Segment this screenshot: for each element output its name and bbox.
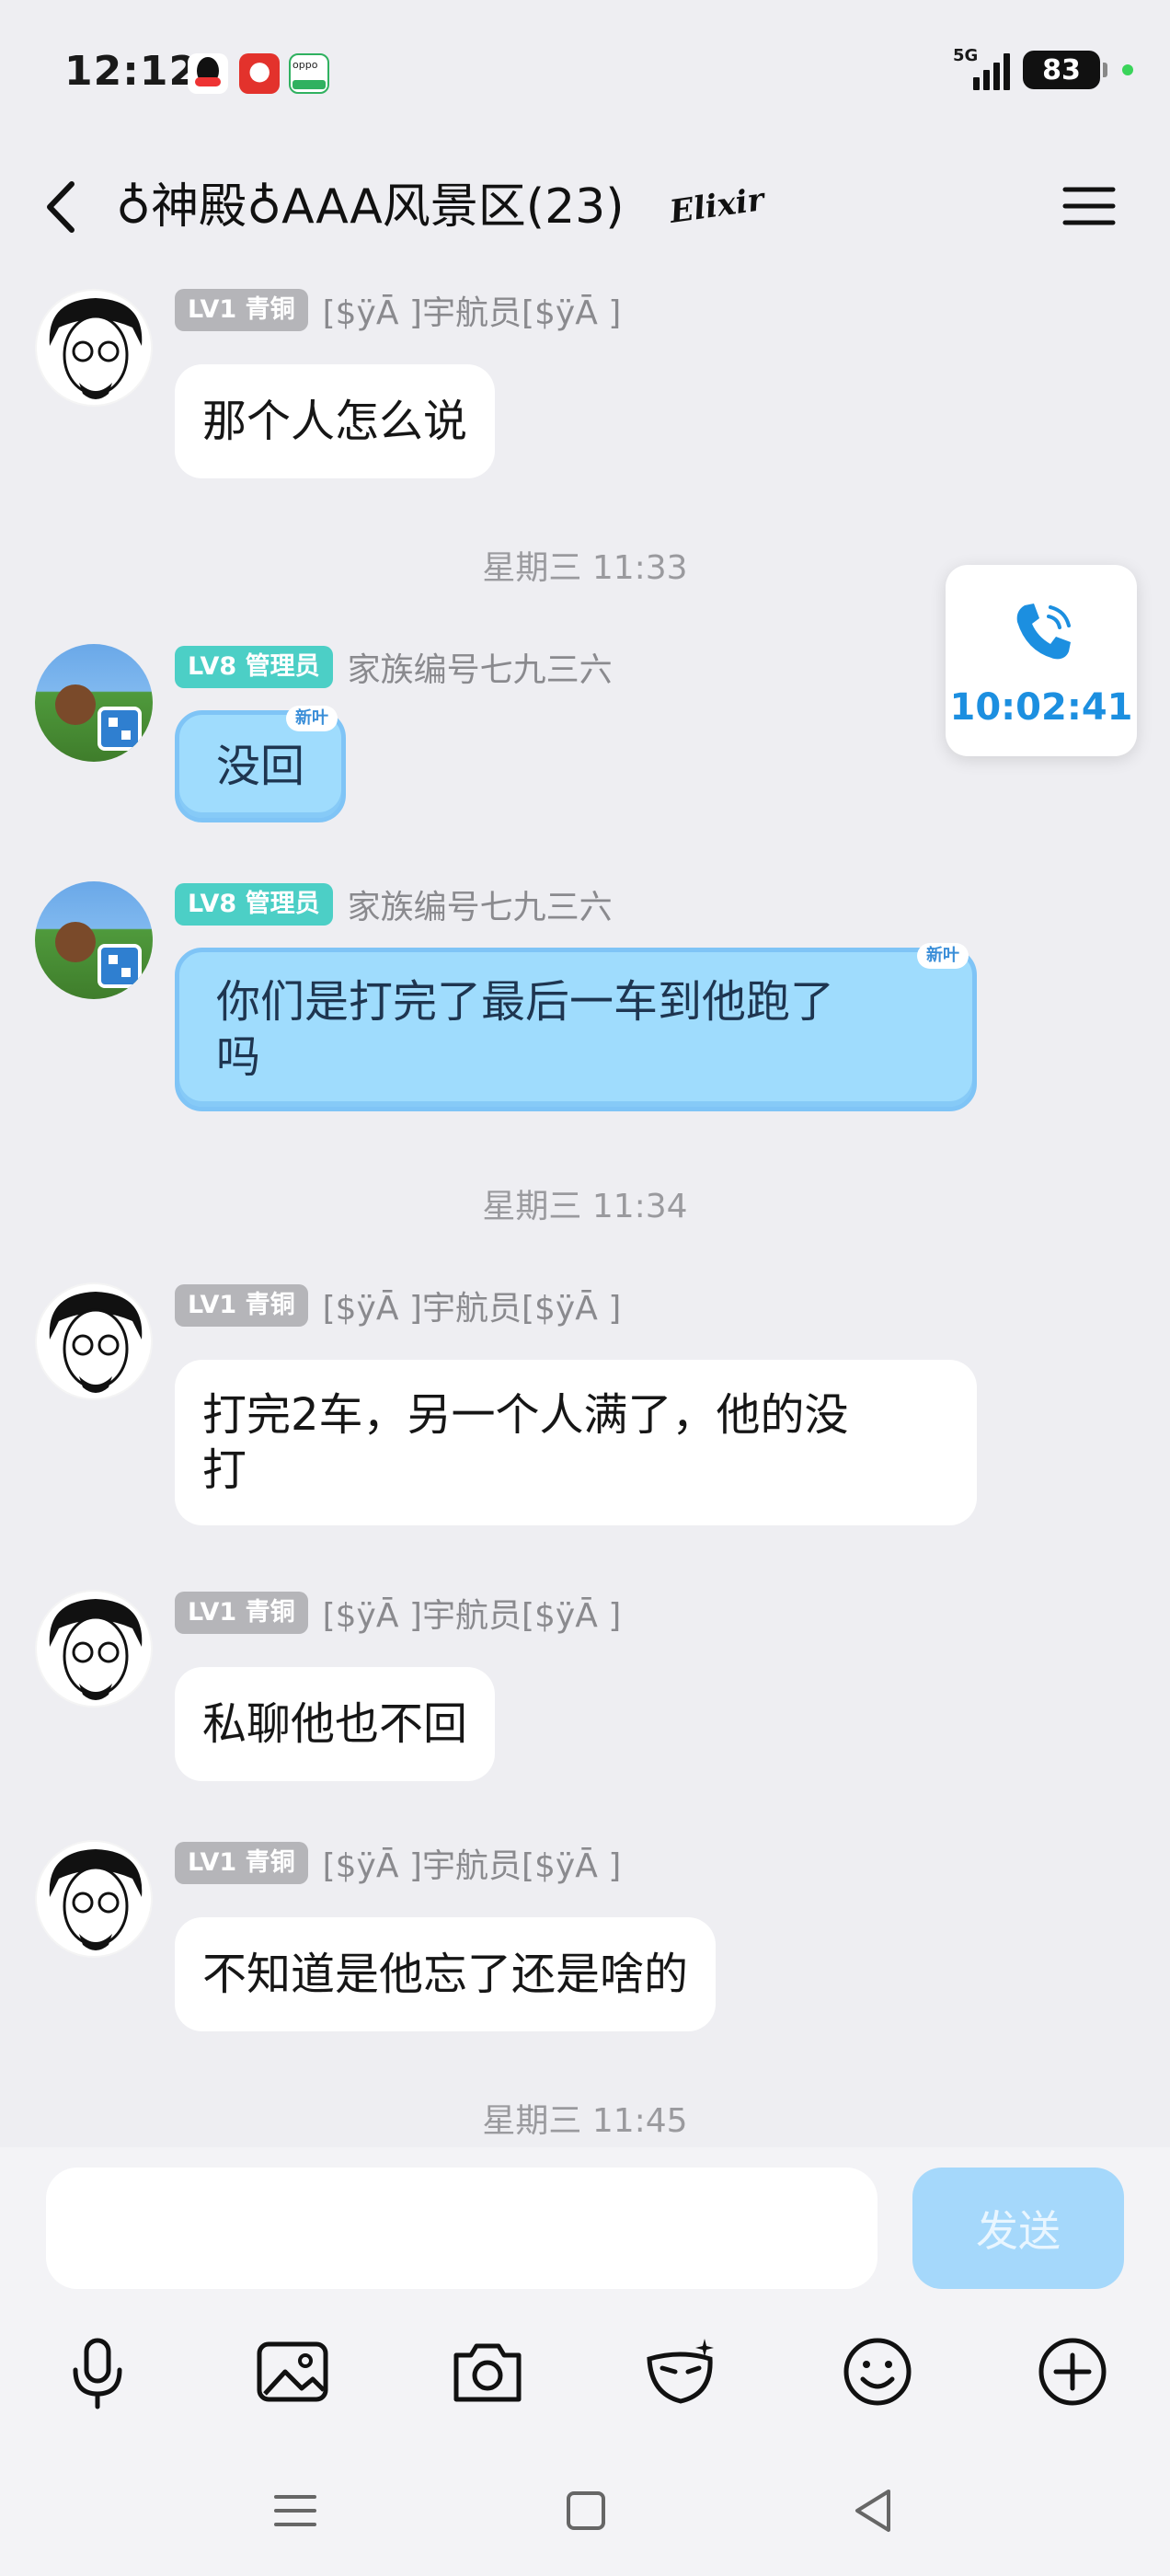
message-item: LV1 青铜 [$ÿĀ ]宇航员[$ÿĀ ] 私聊他也不回 [0,1590,1170,1781]
elixir-badge: Elixir [667,181,767,231]
message-text: 那个人怎么说 [202,396,468,447]
message-text-line: 打完2车，另一个人满了，他的没 [202,1389,849,1441]
message-bubble[interactable]: 没回 新叶 [175,706,347,822]
message-item: LV1 青铜 [$ÿĀ ]宇航员[$ÿĀ ] 那个人怎么说 [0,287,1170,489]
system-nav-bar [0,2447,1170,2576]
message-bubble[interactable]: 你们是打完了最后一车到他跑了 吗 新叶 [175,943,977,1111]
message-text-line: 你们是打完了最后一车到他跑了 [216,976,835,1028]
avatar[interactable] [35,881,153,999]
app-notification-icon [239,53,280,94]
message-bubble[interactable]: 私聊他也不回 [175,1667,496,1781]
ongoing-call-widget[interactable]: 10:02:41 [946,565,1137,756]
emoji-icon[interactable] [833,2328,922,2416]
chat-header: ♁神殿♁AAA风景区(23) Elixir [0,147,1170,267]
message-meta: LV1 青铜 [$ÿĀ ]宇航员[$ÿĀ ] [175,1840,621,1886]
menu-icon[interactable] [1060,178,1118,234]
oppo-notification-icon [289,53,329,94]
image-icon[interactable] [248,2328,337,2416]
battery-level: 83 [1042,53,1081,86]
avatar[interactable] [35,1840,153,1958]
network-type: 5G [953,46,979,65]
mask-icon[interactable] [637,2328,725,2416]
new-leaf-tag: 新叶 [917,943,969,969]
nav-home-icon[interactable] [554,2478,618,2543]
plus-icon[interactable] [1028,2328,1117,2416]
message-meta: LV1 青铜 [$ÿĀ ]宇航员[$ÿĀ ] [175,1590,621,1636]
call-duration: 10:02:41 [949,686,1133,729]
avatar[interactable] [35,1590,153,1708]
signal-icon: 5G [953,46,1010,90]
camera-icon[interactable] [443,2328,532,2416]
phone-icon [1016,604,1071,660]
level-badge: LV1 青铜 [175,1592,308,1634]
status-bar: 12:12 5G 83 [0,0,1170,147]
message-item: LV1 青铜 [$ÿĀ ]宇航员[$ÿĀ ] 打完2车，另一个人满了，他的没 打 [0,1282,1170,1542]
avatar[interactable] [35,289,153,407]
message-text-line: 吗 [216,1031,261,1083]
nav-menu-icon[interactable] [263,2478,327,2543]
message-bubble[interactable]: 那个人怎么说 [175,364,496,478]
qq-notification-icon [188,53,228,94]
sender-name[interactable]: [$ÿĀ ]宇航员[$ÿĀ ] [323,1839,622,1887]
level-badge: LV8 管理员 [175,646,333,688]
time-separator: 星期三 11:45 [482,2102,688,2140]
new-leaf-tag: 新叶 [286,706,338,731]
privacy-dot [1122,64,1133,75]
time-separator: 星期三 11:34 [482,1188,688,1225]
sender-name[interactable]: [$ÿĀ ]宇航员[$ÿĀ ] [323,1282,622,1329]
message-text: 不知道是他忘了还是啥的 [202,1949,689,2000]
sender-name[interactable]: [$ÿĀ ]宇航员[$ÿĀ ] [323,286,622,334]
back-icon[interactable] [37,175,92,239]
sender-name[interactable]: [$ÿĀ ]宇航员[$ÿĀ ] [323,1589,622,1637]
level-badge: LV8 管理员 [175,883,333,926]
microphone-icon[interactable] [53,2328,142,2416]
message-item: LV1 青铜 [$ÿĀ ]宇航员[$ÿĀ ] 不知道是他忘了还是啥的 [0,1840,1170,2042]
status-time: 12:12 [64,48,199,95]
message-meta: LV8 管理员 家族编号七九三六 [175,644,613,690]
battery-icon: 83 [1023,51,1107,89]
input-toolbar [0,2309,1170,2438]
level-badge: LV1 青铜 [175,1284,308,1327]
message-bubble[interactable]: 打完2车，另一个人满了，他的没 打 [175,1360,977,1525]
status-indicators: 5G 83 [953,46,1133,92]
message-meta: LV8 管理员 家族编号七九三六 [175,881,613,927]
message-bubble[interactable]: 不知道是他忘了还是啥的 [175,1917,717,2031]
message-meta: LV1 青铜 [$ÿĀ ]宇航员[$ÿĀ ] [175,287,621,333]
nav-back-icon[interactable] [841,2478,905,2543]
message-meta: LV1 青铜 [$ÿĀ ]宇航员[$ÿĀ ] [175,1282,621,1328]
message-item: LV8 管理员 家族编号七九三六 你们是打完了最后一车到他跑了 吗 新叶 [0,881,1170,1135]
avatar[interactable] [35,1282,153,1400]
message-text: 没回 [216,741,305,792]
message-input[interactable] [46,2168,878,2289]
sender-name[interactable]: 家族编号七九三六 [348,880,613,928]
message-text-line: 打 [202,1444,247,1496]
level-badge: LV1 青铜 [175,1842,308,1884]
message-text: 私聊他也不回 [202,1698,468,1750]
send-button[interactable]: 发送 [912,2168,1124,2289]
level-badge: LV1 青铜 [175,289,308,331]
sender-name[interactable]: 家族编号七九三六 [348,643,613,691]
chat-title[interactable]: ♁神殿♁AAA风景区(23) [116,175,625,239]
avatar[interactable] [35,644,153,762]
